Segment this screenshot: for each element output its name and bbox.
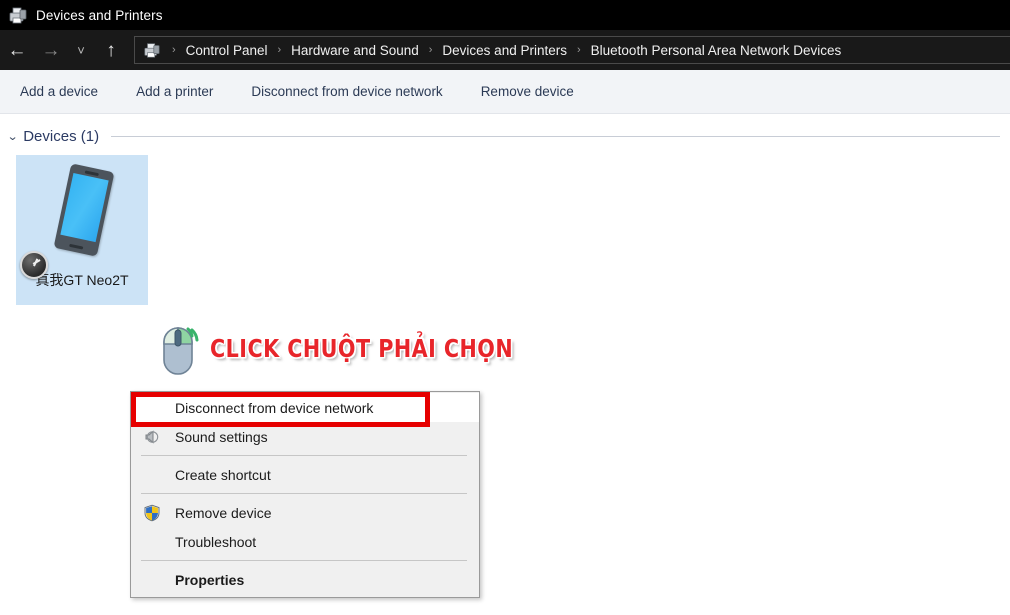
chevron-down-icon[interactable]: ˅ <box>68 35 94 65</box>
menu-item-label: Sound settings <box>175 428 268 445</box>
breadcrumb-separator: › <box>172 44 176 56</box>
menu-item-remove-device[interactable]: Remove device <box>131 498 479 527</box>
devices-group-label: Devices (1) <box>23 127 100 145</box>
annotation-text: CLICK CHUỘT PHẢI CHỌN <box>210 334 514 363</box>
menu-separator <box>141 455 467 456</box>
menu-item-label: Remove device <box>175 504 272 521</box>
menu-item-troubleshoot[interactable]: Troubleshoot <box>131 527 479 556</box>
menu-item-properties[interactable]: Properties <box>131 565 479 594</box>
menu-item-create-shortcut[interactable]: Create shortcut <box>131 460 479 489</box>
clock-badge-icon <box>20 251 48 279</box>
remove-device-button[interactable]: Remove device <box>479 80 576 103</box>
breadcrumb-item-control-panel[interactable]: Control Panel <box>182 41 272 60</box>
smartphone-icon <box>53 163 115 257</box>
devices-group-header[interactable]: ⌄ Devices (1) <box>7 124 1000 148</box>
breadcrumb-separator: › <box>428 44 433 56</box>
menu-item-label: Disconnect from device network <box>175 399 374 416</box>
address-bar: ← → ˅ ↑ › Control Panel › Hardware and S… <box>0 30 1010 70</box>
speaker-icon <box>143 428 161 446</box>
back-arrow-icon[interactable]: ← <box>0 35 34 65</box>
context-menu: Disconnect from device network Sound set… <box>130 391 480 598</box>
shield-icon <box>143 504 161 522</box>
devices-and-printers-icon <box>8 5 28 25</box>
breadcrumb-separator: › <box>576 44 581 56</box>
content-pane: ⌄ Devices (1) 真我GT Neo2T CLICK CHUỘT PHẢ… <box>0 114 1010 615</box>
up-arrow-icon[interactable]: ↑ <box>94 35 128 65</box>
right-click-mouse-icon <box>158 322 202 380</box>
devices-and-printers-window: Devices and Printers ← → ˅ ↑ › Control P… <box>0 0 1010 615</box>
breadcrumb-item-devices-and-printers[interactable]: Devices and Printers <box>438 41 571 60</box>
add-a-device-button[interactable]: Add a device <box>18 80 100 103</box>
address-bar-devices-icon <box>143 41 161 59</box>
device-icon-area <box>16 155 148 279</box>
add-a-printer-button[interactable]: Add a printer <box>134 80 215 103</box>
device-tile[interactable]: 真我GT Neo2T <box>16 155 148 305</box>
breadcrumb[interactable]: › Control Panel › Hardware and Sound › D… <box>134 36 1010 64</box>
disconnect-from-device-network-button[interactable]: Disconnect from device network <box>249 80 444 103</box>
menu-item-label: Properties <box>175 571 245 588</box>
phone-screen-detail <box>60 173 109 243</box>
menu-item-sound-settings[interactable]: Sound settings <box>131 422 479 451</box>
menu-item-label: Troubleshoot <box>175 533 257 550</box>
group-divider <box>111 135 1000 137</box>
command-toolbar: Add a device Add a printer Disconnect fr… <box>0 70 1010 114</box>
breadcrumb-separator: › <box>277 44 282 56</box>
forward-arrow-icon[interactable]: → <box>34 35 68 65</box>
phone-home-detail <box>69 243 84 250</box>
menu-separator <box>141 493 467 494</box>
title-bar: Devices and Printers <box>0 0 1010 30</box>
chevron-down-icon[interactable]: ⌄ <box>7 130 19 143</box>
menu-item-label: Create shortcut <box>175 466 271 483</box>
breadcrumb-item-hardware-and-sound[interactable]: Hardware and Sound <box>287 41 423 60</box>
menu-item-disconnect-from-device-network[interactable]: Disconnect from device network <box>131 393 479 422</box>
window-title: Devices and Printers <box>36 7 163 23</box>
breadcrumb-item-bluetooth-pan-devices[interactable]: Bluetooth Personal Area Network Devices <box>587 41 846 60</box>
menu-separator <box>141 560 467 561</box>
